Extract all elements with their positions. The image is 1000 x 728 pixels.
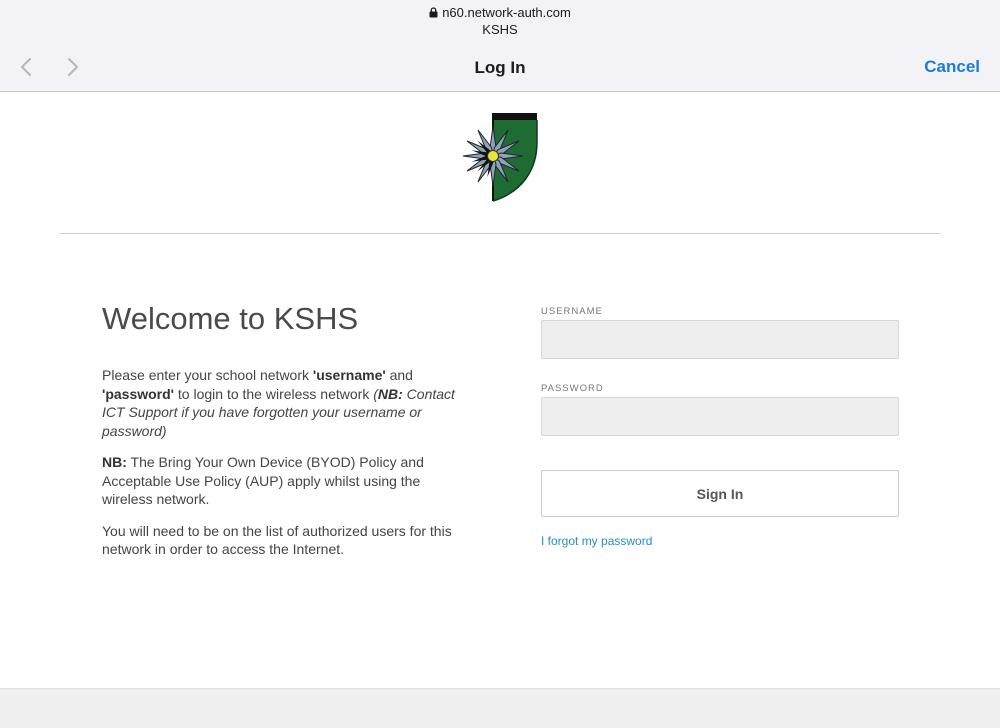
username-label: USERNAME [541,306,603,317]
chevron-left-icon [21,58,31,76]
header-divider [60,233,940,234]
page-title: Welcome to KSHS [102,301,359,336]
password-field[interactable] [541,397,899,436]
forgot-password-link[interactable]: I forgot my password [541,534,652,548]
back-button[interactable] [17,56,37,78]
site-name: KSHS [482,22,518,37]
lock-icon [429,7,438,18]
school-crest-logo [462,112,540,204]
url-bar[interactable]: n60.network-auth.com [0,5,1000,21]
password-label: PASSWORD [541,383,604,394]
forward-button[interactable] [63,56,83,78]
browser-chrome: n60.network-auth.com KSHS Log In Cancel [0,0,1000,92]
sheet-title: Log In [474,58,526,77]
footer-bar [0,688,1000,728]
chevron-right-icon [68,58,78,76]
username-field[interactable] [541,320,899,359]
policy-paragraph: NB: The Bring Your Own Device (BYOD) Pol… [102,454,424,507]
url-text: n60.network-auth.com [442,5,571,20]
info-text: Please enter your school network 'userna… [102,366,460,572]
instructions-paragraph: Please enter your school network 'userna… [102,367,455,439]
cancel-button[interactable]: Cancel [924,57,980,77]
authorization-paragraph: You will need to be on the list of autho… [102,522,452,558]
sign-in-button[interactable]: Sign In [541,470,899,517]
